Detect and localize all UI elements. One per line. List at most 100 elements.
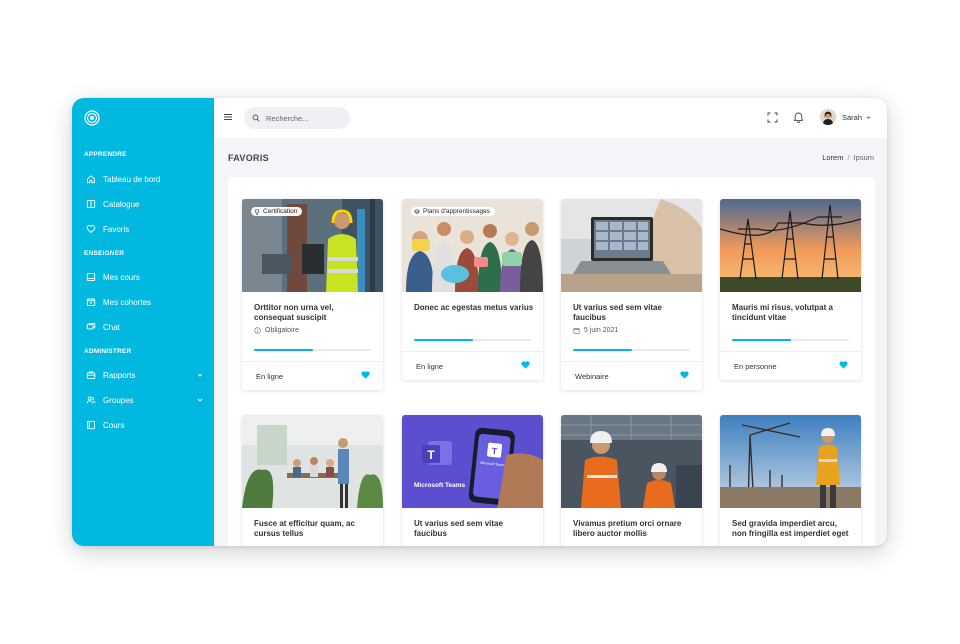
course-thumbnail: Certification [242, 199, 383, 292]
course-thumbnail [561, 415, 702, 508]
progress-bar [732, 339, 849, 341]
sidebar-item-label: Cours [103, 420, 125, 430]
heart-icon[interactable] [680, 371, 689, 379]
course-title[interactable]: Sed gravida imperdiet arcu, non fringill… [732, 519, 852, 538]
badge-label: Certification [263, 208, 298, 215]
search-input[interactable] [266, 113, 346, 123]
fullscreen-icon[interactable] [767, 112, 778, 123]
course-card[interactable]: Ut varius sed sem vitae faucibus 5 juin … [561, 199, 702, 390]
course-type: En ligne [416, 362, 444, 371]
sidebar-item-groupes[interactable]: Groupes [86, 392, 204, 408]
heart-icon[interactable] [521, 361, 530, 369]
users-icon [86, 396, 96, 404]
main-area: Sarah FAVORIS Lorem/Ipsum [214, 98, 887, 546]
topbar: Sarah [214, 98, 887, 138]
search-box[interactable] [244, 107, 350, 129]
trophy-icon [255, 209, 259, 215]
book-open-icon [87, 420, 95, 430]
sidebar-item-label: Mes cours [103, 272, 140, 282]
app-window: APPRENDRE Tableau de bord Catalogue Favo… [72, 98, 887, 546]
sidebar: APPRENDRE Tableau de bord Catalogue Favo… [72, 98, 214, 546]
course-thumbnail: T Microsoft Teams T Microsoft Teams [402, 415, 543, 508]
favorites-panel: Certification Orttitor non urna vel, con… [228, 177, 875, 546]
course-thumbnail [242, 415, 383, 508]
course-type: En ligne [256, 372, 284, 381]
avatar [820, 109, 836, 125]
sidebar-item-chat[interactable]: Chat [86, 319, 204, 335]
progress-bar [573, 349, 690, 351]
section-title-administrer: ADMINISTRER [84, 348, 132, 355]
heart-icon[interactable] [361, 371, 370, 379]
badge-label: Plans d'apprentissages [423, 208, 491, 215]
chevron-down-icon[interactable] [865, 114, 872, 121]
course-title[interactable]: Ut varius sed sem vitae faucibus [573, 303, 693, 322]
certification-badge: Certification [251, 207, 303, 216]
section-title-enseigner: ENSEIGNER [84, 250, 125, 257]
course-meta: Obligatoire [254, 327, 299, 334]
course-title[interactable]: Mauris mi risus, volutpat a tincidunt vi… [732, 303, 852, 322]
progress-fill [414, 339, 473, 341]
book-icon [86, 200, 96, 208]
breadcrumb-item[interactable]: Lorem [822, 153, 843, 162]
sidebar-item-label: Groupes [103, 395, 134, 405]
progress-fill [254, 349, 313, 351]
section-title-apprendre: APPRENDRE [84, 151, 127, 158]
menu-icon[interactable] [223, 112, 233, 122]
meta-label: Obligatoire [265, 327, 299, 334]
course-card[interactable]: Certification Orttitor non urna vel, con… [242, 199, 383, 390]
progress-fill [573, 349, 632, 351]
sidebar-item-favoris[interactable]: Favoris [86, 221, 204, 237]
sidebar-item-label: Tableau de bord [103, 174, 161, 184]
sidebar-item-label: Rapports [103, 370, 136, 380]
course-title[interactable]: Orttitor non urna vel, consequat suscipi… [254, 303, 374, 322]
course-card[interactable]: Plans d'apprentissages Donec ac egestas … [402, 199, 543, 380]
page-title: FAVORIS [228, 153, 269, 163]
sidebar-item-tableau-de-bord[interactable]: Tableau de bord [86, 171, 204, 187]
course-card[interactable]: Sed gravida imperdiet arcu, non fringill… [720, 415, 861, 546]
course-thumbnail [720, 415, 861, 508]
progress-bar [414, 339, 531, 341]
info-icon [254, 327, 261, 334]
sidebar-item-cours[interactable]: Cours [86, 417, 204, 433]
sidebar-item-label: Catalogue [103, 199, 140, 209]
user-menu[interactable]: Sarah [820, 109, 872, 125]
sidebar-item-label: Favoris [103, 224, 130, 234]
sidebar-item-mes-cohortes[interactable]: Mes cohortes [86, 294, 204, 310]
course-card[interactable]: Mauris mi risus, volutpat a tincidunt vi… [720, 199, 861, 380]
sidebar-item-catalogue[interactable]: Catalogue [86, 196, 204, 212]
sidebar-item-label: Chat [103, 322, 120, 332]
sidebar-item-mes-cours[interactable]: Mes cours [86, 269, 204, 285]
course-type: En personne [734, 362, 777, 371]
chevron-down-icon[interactable] [196, 371, 204, 379]
course-type: Webinaire [575, 372, 609, 381]
monitor-icon [86, 273, 96, 281]
course-title[interactable]: Vivamus pretium orci ornare libero aucto… [573, 519, 693, 538]
course-title[interactable]: Donec ac egestas metus varius [414, 303, 534, 313]
breadcrumb-current: Ipsum [853, 153, 874, 162]
progress-bar [254, 349, 371, 351]
learning-plan-badge: Plans d'apprentissages [411, 207, 496, 216]
chevron-down-icon[interactable] [196, 396, 204, 404]
course-card[interactable]: T Microsoft Teams T Microsoft Teams Ut v… [402, 415, 543, 546]
course-card[interactable]: Vivamus pretium orci ornare libero aucto… [561, 415, 702, 546]
calendar-user-icon [86, 298, 96, 307]
breadcrumb: Lorem / Ipsum [822, 153, 874, 162]
bell-icon[interactable] [793, 111, 804, 123]
chat-icon [86, 323, 96, 330]
progress-fill [732, 339, 791, 341]
course-thumbnail: Plans d'apprentissages [402, 199, 543, 292]
course-thumbnail [561, 199, 702, 292]
heart-icon[interactable] [839, 361, 848, 369]
course-thumbnail [720, 199, 861, 292]
sidebar-item-label: Mes cohortes [103, 297, 152, 307]
calendar-icon [573, 327, 580, 334]
layers-icon [414, 208, 420, 214]
svg-text:T: T [427, 448, 435, 462]
logo-icon[interactable] [84, 110, 100, 126]
sidebar-item-rapports[interactable]: Rapports [86, 367, 204, 383]
course-card[interactable]: Fusce at efficitur quam, ac cursus tellu… [242, 415, 383, 546]
course-title[interactable]: Fusce at efficitur quam, ac cursus tellu… [254, 519, 374, 538]
course-title[interactable]: Ut varius sed sem vitae faucibus [414, 519, 534, 538]
meta-label: 5 juin 2021 [584, 327, 619, 334]
user-name: Sarah [842, 112, 863, 122]
